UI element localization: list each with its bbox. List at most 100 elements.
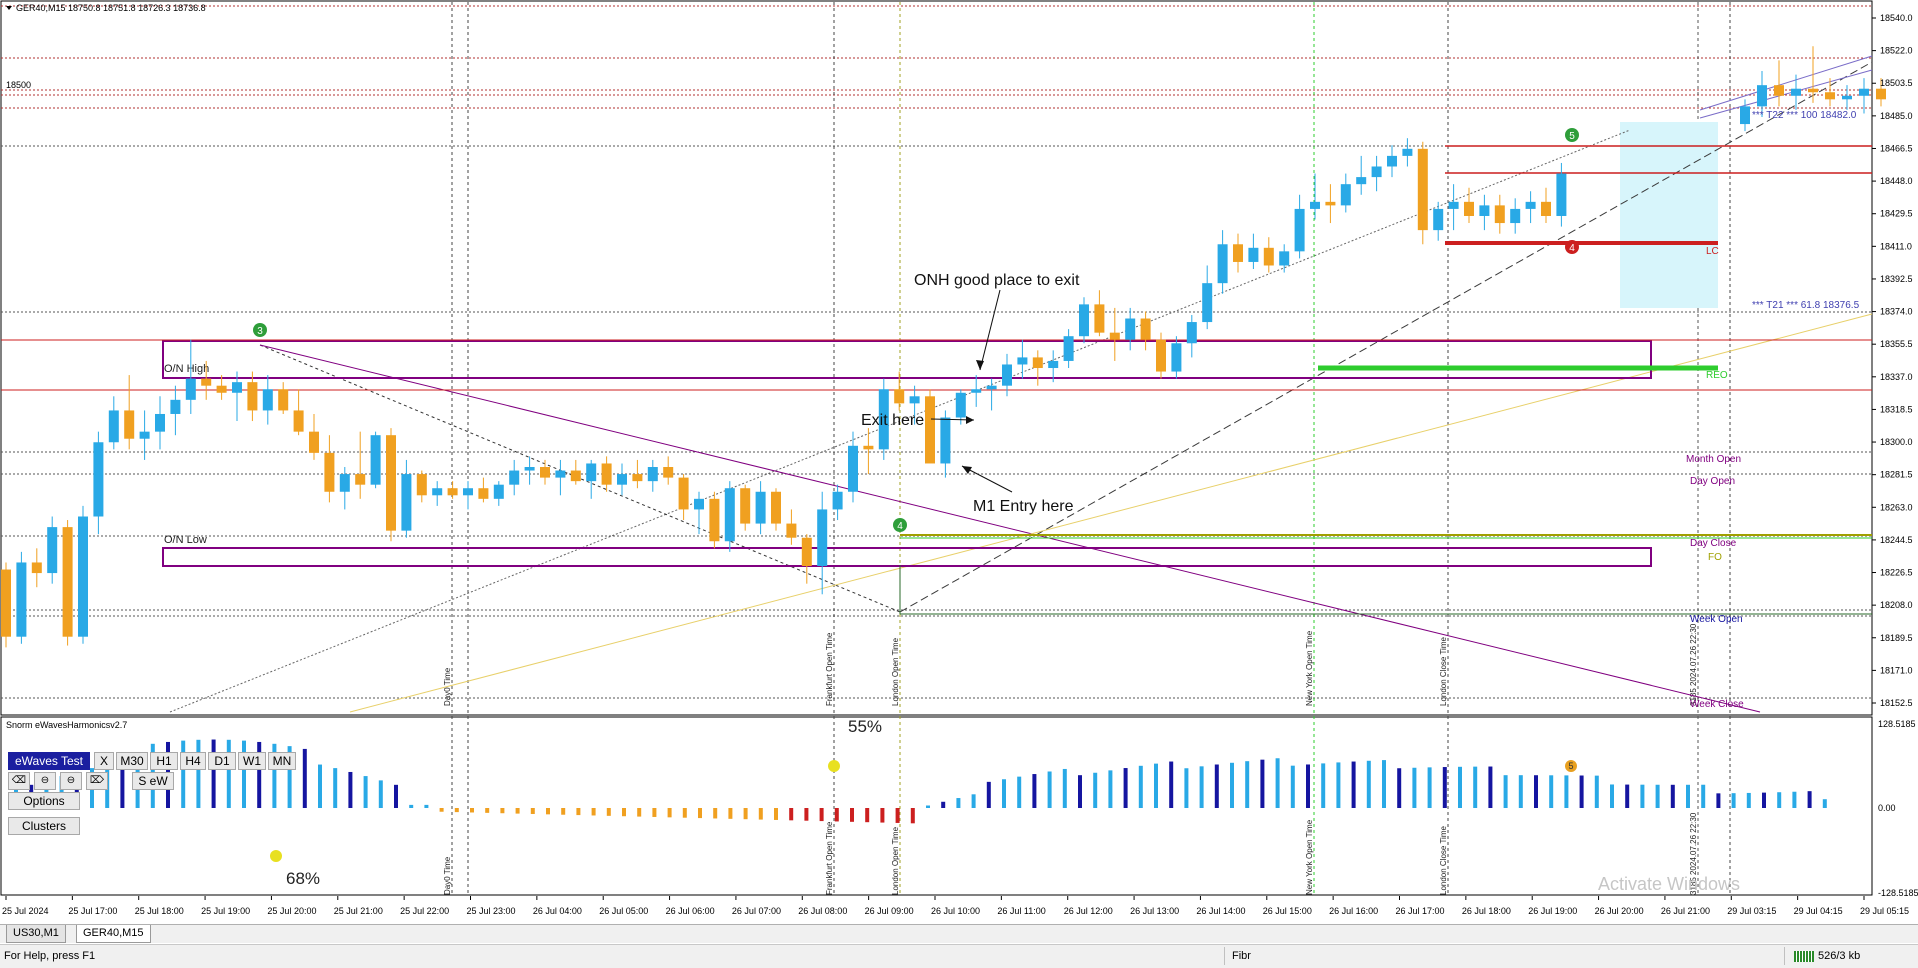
candle-body	[216, 385, 227, 393]
candle-body	[1109, 332, 1120, 340]
time-tick-label: 26 Jul 21:00	[1661, 906, 1710, 916]
timeframe-button-mn[interactable]: MN	[268, 752, 296, 770]
candle-body	[1048, 360, 1059, 369]
indicator-bar	[226, 739, 231, 808]
indicator-bar	[1397, 768, 1402, 808]
time-tick-label: 26 Jul 14:00	[1196, 906, 1245, 916]
s-ew-button[interactable]: S eW	[132, 772, 174, 790]
time-tick-label: 26 Jul 16:00	[1329, 906, 1378, 916]
candle-body	[1079, 304, 1089, 337]
candle-body	[463, 488, 473, 496]
label-t22: *** T22 *** 100 18482.0	[1752, 110, 1857, 121]
candle-body	[1125, 318, 1136, 340]
indicator-bar	[196, 739, 201, 808]
price-tick-label: 18318.5	[1880, 404, 1913, 414]
time-tick-label: 26 Jul 15:00	[1263, 906, 1312, 916]
candle-body	[540, 467, 550, 478]
candle-body	[1433, 208, 1444, 231]
indicator-pct-55: 55%	[848, 717, 882, 736]
indicator-bar	[1032, 774, 1037, 808]
candle-body	[1525, 201, 1536, 209]
tab-us30-m1[interactable]: US30,M1	[6, 925, 66, 943]
candle-body	[1740, 106, 1750, 125]
indicator-bar	[348, 771, 353, 808]
session-label: 3185 2024.07.26 22:30	[1689, 623, 1698, 706]
indicator-bar	[895, 808, 900, 823]
label-month-open: Month Open	[1686, 454, 1741, 465]
candle-body	[232, 382, 242, 393]
candle-body	[293, 410, 304, 432]
indicator-bar	[1534, 775, 1538, 808]
session-label: New York Open Time	[1305, 819, 1314, 895]
ewaves-test-button[interactable]: eWaves Test	[8, 752, 90, 770]
session-label: Day0 Time	[443, 856, 452, 895]
candle-body	[108, 410, 119, 443]
indicator-bar	[986, 781, 991, 808]
session-label: Frankfurt Open Time	[825, 821, 834, 895]
indicator-bar	[1686, 784, 1690, 808]
wave-5-marker: 5	[1565, 128, 1579, 142]
timeframe-button-d1[interactable]: D1	[208, 752, 236, 770]
candle-body	[1757, 85, 1767, 107]
candle-body	[31, 562, 42, 574]
time-tick-label: 26 Jul 09:00	[865, 906, 914, 916]
panel-icon-button-2[interactable]: ⊖	[34, 772, 56, 790]
panel-icon-button-4[interactable]: ⌦	[86, 772, 108, 790]
indicator-bar	[1093, 772, 1098, 808]
candle-body	[509, 470, 520, 485]
time-tick-label: 25 Jul 21:00	[334, 906, 383, 916]
candle-body	[324, 452, 335, 492]
time-tick-label: 25 Jul 22:00	[400, 906, 449, 916]
indicator-bar	[1716, 793, 1721, 808]
candle-body	[478, 488, 489, 499]
candle-body	[863, 445, 874, 450]
price-axis[interactable]: 18540.0 18522.0 18503.5 18485.0 18466.5 18448…	[1872, 13, 1913, 708]
timeframe-button-x[interactable]: X	[94, 752, 114, 770]
indicator-bar	[667, 808, 672, 818]
candle-body	[1464, 201, 1474, 216]
candle-body	[309, 431, 319, 453]
panel-icon-button-3[interactable]: ⊖	[60, 772, 82, 790]
wave-4b-label: 4	[1569, 243, 1575, 254]
candle-body	[355, 474, 366, 485]
time-axis[interactable]: 25 Jul 2024 25 Jul 17:00 25 Jul 18:00 25 Ju…	[2, 896, 1909, 916]
candle-body	[848, 445, 858, 492]
label-lc: LC	[1706, 246, 1719, 257]
indicator-bar	[865, 808, 870, 823]
indicator-bar	[1245, 761, 1250, 808]
timeframe-button-w1[interactable]: W1	[238, 752, 266, 770]
indicator-bar	[1336, 762, 1341, 808]
timeframe-button-h1[interactable]: H1	[150, 752, 178, 770]
time-tick-label: 29 Jul 05:15	[1860, 906, 1909, 916]
price-tick-label: 18244.5	[1880, 535, 1913, 545]
tab-ger40-m15[interactable]: GER40,M15	[76, 925, 151, 943]
indicator-bar	[1625, 784, 1630, 808]
time-tick-label: 29 Jul 04:15	[1794, 906, 1843, 916]
chart-canvas[interactable]: Day0 TimeDay0 TimeFrankfurt Open TimeFra…	[0, 0, 1918, 924]
indicator-marker-5-label: 5	[1568, 761, 1573, 771]
time-tick-label: 26 Jul 07:00	[732, 906, 781, 916]
candle-body	[801, 537, 812, 566]
candle-body	[1233, 244, 1243, 262]
timeframe-button-h4[interactable]: H4	[180, 752, 206, 770]
time-tick-label: 26 Jul 12:00	[1064, 906, 1113, 916]
indicator-bar	[698, 808, 702, 819]
indicator-bar	[926, 805, 930, 808]
panel-icon-button-1[interactable]: ⌫	[8, 772, 30, 790]
candle-body	[1825, 92, 1835, 100]
session-label: New York Open Time	[1305, 630, 1314, 706]
candle-body	[586, 463, 597, 482]
label-day-open: Day Open	[1690, 476, 1735, 487]
candle-body	[1859, 88, 1869, 96]
options-button[interactable]: Options	[8, 792, 80, 810]
indicator-bar	[1777, 792, 1782, 808]
clusters-button[interactable]: Clusters	[8, 817, 80, 835]
label-reo: REO	[1706, 370, 1728, 381]
timeframe-button-m30[interactable]: M30	[116, 752, 148, 770]
indicator-bar	[1382, 760, 1386, 808]
candle-body	[262, 389, 273, 411]
candle-body	[155, 413, 165, 432]
chart-tabs: US30,M1 GER40,M15	[0, 924, 1918, 943]
indicator-bar	[804, 808, 809, 821]
candle-body	[278, 389, 289, 411]
